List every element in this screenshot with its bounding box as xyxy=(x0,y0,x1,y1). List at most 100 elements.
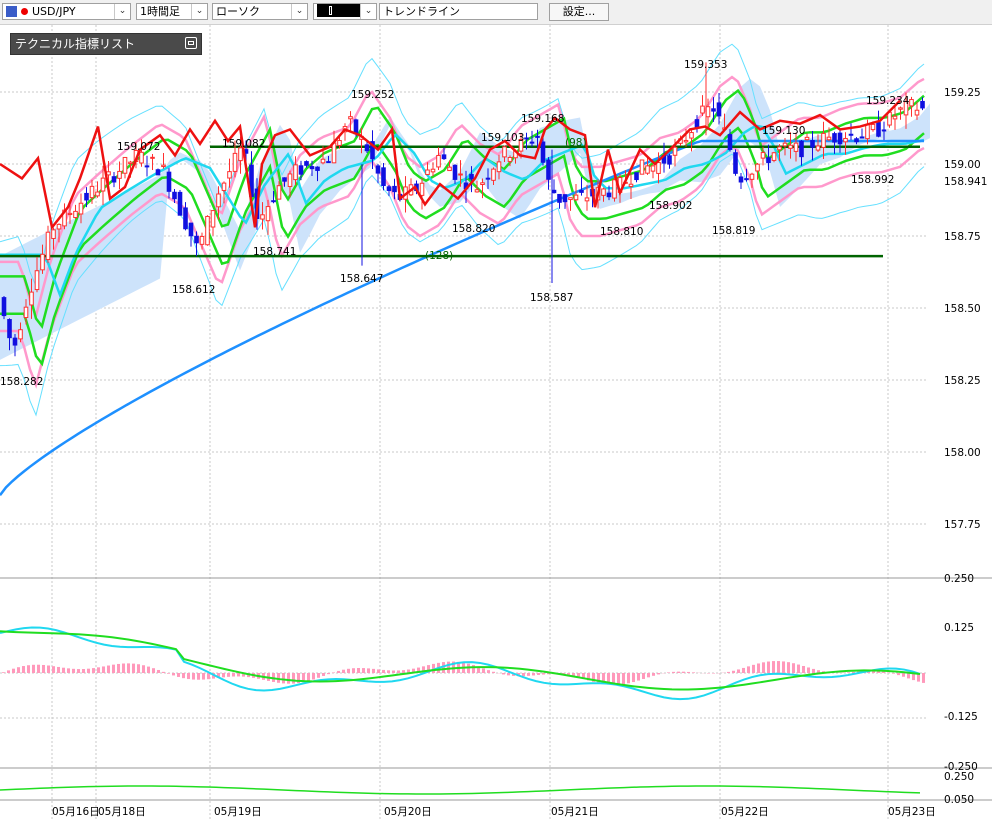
macd-histogram-bar xyxy=(667,672,670,673)
settings-button[interactable]: 設定... xyxy=(549,3,609,21)
price-annotation: 159.234 xyxy=(866,95,910,107)
macd-histogram-bar xyxy=(777,661,780,673)
macd-histogram-bar xyxy=(197,673,200,680)
candle-up xyxy=(320,158,326,164)
candle-up xyxy=(656,162,661,174)
indicator-list-panel[interactable]: テクニカル指標リスト xyxy=(10,33,202,55)
price-annotation: 158.992 xyxy=(851,174,894,186)
time-tick-label: 05月22日 xyxy=(721,806,769,818)
macd-histogram-bar xyxy=(732,670,735,673)
candle-up xyxy=(639,159,645,175)
macd-histogram-bar xyxy=(492,671,495,673)
candle-down xyxy=(353,119,359,135)
candle-down xyxy=(469,173,474,180)
price-tick-label: 158.00 xyxy=(944,447,981,459)
candle-up xyxy=(826,136,832,141)
candle-up xyxy=(870,123,876,131)
price-annotation: 159.072 xyxy=(117,141,160,153)
price-tick-label: 159.00 xyxy=(944,159,981,171)
candle-up xyxy=(601,188,606,196)
chevron-down-icon[interactable]: ⌄ xyxy=(291,4,307,19)
candle-down xyxy=(364,144,370,152)
macd-histogram-bar xyxy=(752,664,755,673)
candle-down xyxy=(546,159,551,180)
macd-histogram-bar xyxy=(142,665,145,673)
candle-up xyxy=(78,202,84,215)
candle-up xyxy=(458,173,463,176)
macd-histogram-bar xyxy=(162,671,165,673)
macd-histogram-bar xyxy=(167,673,170,674)
macd-histogram-bar xyxy=(802,665,805,673)
macd-histogram-bar xyxy=(897,673,900,676)
chevron-down-icon[interactable]: ⌄ xyxy=(114,4,130,19)
candle-up xyxy=(689,132,694,139)
macd-histogram-bar xyxy=(237,673,240,677)
macd-histogram-bar xyxy=(522,673,525,677)
candle-up xyxy=(771,152,777,161)
candle-up xyxy=(865,124,870,140)
macd-histogram-bar xyxy=(52,666,55,673)
minimize-icon[interactable] xyxy=(185,37,197,49)
price-tick-label: 158.25 xyxy=(944,375,981,387)
candle-down xyxy=(859,136,865,139)
candle-up xyxy=(265,206,271,222)
candle-up xyxy=(612,179,617,199)
price-annotation: 158.819 xyxy=(712,225,755,237)
candle-down xyxy=(111,176,117,183)
candle-up xyxy=(29,291,34,306)
macd-histogram-bar xyxy=(397,670,400,673)
macd-histogram-bar xyxy=(137,664,140,673)
candle-up xyxy=(216,193,221,208)
chevron-down-icon[interactable]: ⌄ xyxy=(191,4,207,19)
sub-tick-label: 0.250 xyxy=(944,771,974,783)
candle-down xyxy=(485,177,491,180)
macd-histogram-bar xyxy=(617,673,620,685)
symbol-select[interactable]: USD/JPY ⌄ xyxy=(2,3,131,20)
macd-histogram-bar xyxy=(402,670,405,673)
price-tick-label: 159.25 xyxy=(944,87,981,99)
candle-up xyxy=(199,235,205,245)
candle-up xyxy=(23,306,29,319)
candle-up xyxy=(117,170,122,179)
macd-histogram-bar xyxy=(637,673,640,681)
price-annotation: (128) xyxy=(425,250,453,262)
candle-up xyxy=(122,156,128,174)
time-tick-label: 05月20日 xyxy=(384,806,432,818)
candle-up xyxy=(210,210,216,228)
macd-histogram-bar xyxy=(657,673,660,675)
candle-down xyxy=(177,191,183,216)
macd-histogram-bar xyxy=(77,669,80,673)
tool-select[interactable]: ⌄ xyxy=(313,3,377,20)
macd-histogram-bar xyxy=(352,668,355,673)
candle-down xyxy=(1,297,7,317)
price-annotation: 159.252 xyxy=(351,89,394,101)
macd-histogram-bar xyxy=(387,670,390,673)
chart-area[interactable]: 159.353 159.252 159.234 159.168 159.130 159.1… xyxy=(0,25,992,820)
candle-up xyxy=(777,146,782,151)
timeframe-label: 1時間足 xyxy=(140,5,180,18)
candle-up xyxy=(67,212,73,216)
candle-down xyxy=(282,177,287,182)
candle-up xyxy=(650,165,656,172)
signal-line xyxy=(0,630,921,691)
candle-down xyxy=(375,165,381,174)
macd-histogram-bar xyxy=(687,671,690,673)
macd-histogram-bar xyxy=(317,673,320,678)
macd-histogram-bar xyxy=(392,670,395,673)
candle-up xyxy=(348,116,353,120)
candle-up xyxy=(914,109,920,116)
timeframe-select[interactable]: 1時間足 ⌄ xyxy=(136,3,208,20)
indicator-list-title: テクニカル指標リスト xyxy=(15,37,136,51)
chevron-down-icon[interactable]: ⌄ xyxy=(360,4,376,19)
macd-histogram-bar xyxy=(152,668,155,673)
macd-histogram-bar xyxy=(47,665,50,673)
chart-type-select[interactable]: ローソク ⌄ xyxy=(212,3,308,20)
drawing-tool-field[interactable]: トレンドライン xyxy=(379,3,538,20)
candle-down xyxy=(304,161,309,166)
candle-up xyxy=(474,189,480,193)
toolbar: USD/JPY ⌄ 1時間足 ⌄ ローソク ⌄ ⌄ トレンドライン 設定... xyxy=(0,0,992,25)
price-annotation: 158.647 xyxy=(340,273,383,285)
macd-histogram-bar xyxy=(62,667,65,673)
price-annotation: 158.282 xyxy=(0,376,43,388)
drawing-tool-label: トレンドライン xyxy=(383,5,460,18)
